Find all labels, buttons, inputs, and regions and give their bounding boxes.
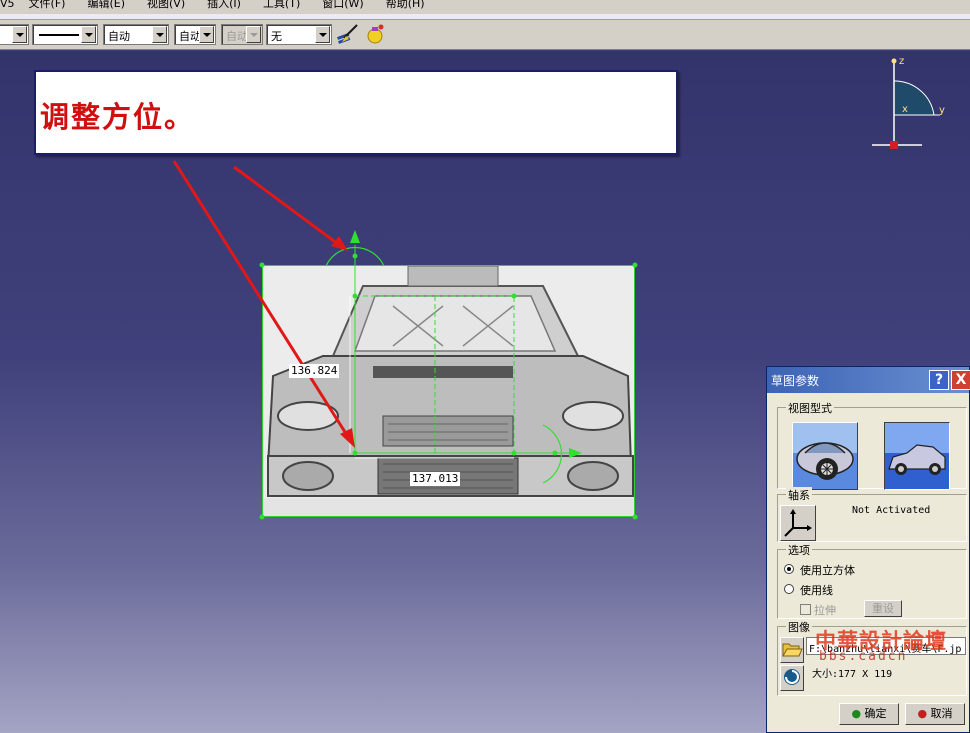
view-type-group: 视图型式 — [777, 400, 967, 490]
ok-label: 确定 — [864, 707, 887, 720]
dialog-title-bar[interactable]: 草图参数 ? X — [767, 367, 970, 393]
cancel-icon: ● — [917, 707, 928, 720]
stretch-label: 拉伸 — [814, 604, 836, 617]
use-cube-radio[interactable] — [784, 564, 794, 574]
annotation-arrow-1 — [172, 160, 352, 441]
car-perspective-icon — [793, 423, 857, 489]
watermark-url: bbs.cadcn — [819, 649, 908, 664]
axis-system-label: 轴系 — [786, 487, 812, 503]
use-cube-label: 使用立方体 — [800, 564, 855, 577]
cancel-button[interactable]: ● 取消 — [905, 703, 965, 725]
use-lines-radio[interactable] — [784, 584, 794, 594]
reset-button: 重设 — [864, 600, 902, 617]
open-image-button[interactable] — [780, 637, 804, 663]
dimension-horizontal[interactable]: 137.013 — [410, 472, 461, 486]
close-button[interactable]: X — [951, 370, 970, 390]
image-size: 大小:177 X 119 — [812, 669, 893, 680]
use-lines-label: 使用线 — [800, 584, 833, 597]
dialog-title: 草图参数 — [771, 374, 820, 388]
axis-system-group: 轴系 Not Activated — [777, 487, 967, 542]
check-icon: ● — [851, 707, 862, 720]
help-button[interactable]: ? — [929, 370, 949, 390]
rotation-arc-right[interactable] — [542, 424, 563, 484]
axis-status: Not Activated — [852, 505, 931, 516]
sketch-parameters-dialog: 草图参数 ? X 视图型式 轴系 Not Activated 选项 使用立方体 … — [766, 366, 970, 733]
options-group: 选项 使用立方体 使用线 拉伸 重设 — [777, 542, 967, 619]
folder-open-icon — [782, 643, 803, 657]
cancel-label: 取消 — [930, 707, 953, 720]
vertical-arrow-handle[interactable] — [350, 230, 360, 243]
annotation-arrow-2 — [233, 165, 339, 246]
axis-select-button[interactable] — [780, 505, 816, 541]
options-label: 选项 — [786, 542, 812, 558]
axis-system-icon — [784, 509, 812, 537]
dimension-vertical[interactable]: 136.824 — [289, 364, 340, 378]
ok-button[interactable]: ● 确定 — [839, 703, 899, 725]
image-label: 图像 — [786, 619, 812, 635]
stretch-checkbox — [800, 604, 811, 615]
view-type-side-button[interactable] — [884, 422, 950, 490]
car-side-icon — [885, 423, 949, 489]
reload-icon — [784, 669, 800, 685]
reload-image-button[interactable] — [780, 665, 804, 691]
horizontal-arrow-handle[interactable] — [569, 448, 582, 458]
view-type-perspective-button[interactable] — [792, 422, 858, 490]
view-type-label: 视图型式 — [786, 400, 834, 416]
